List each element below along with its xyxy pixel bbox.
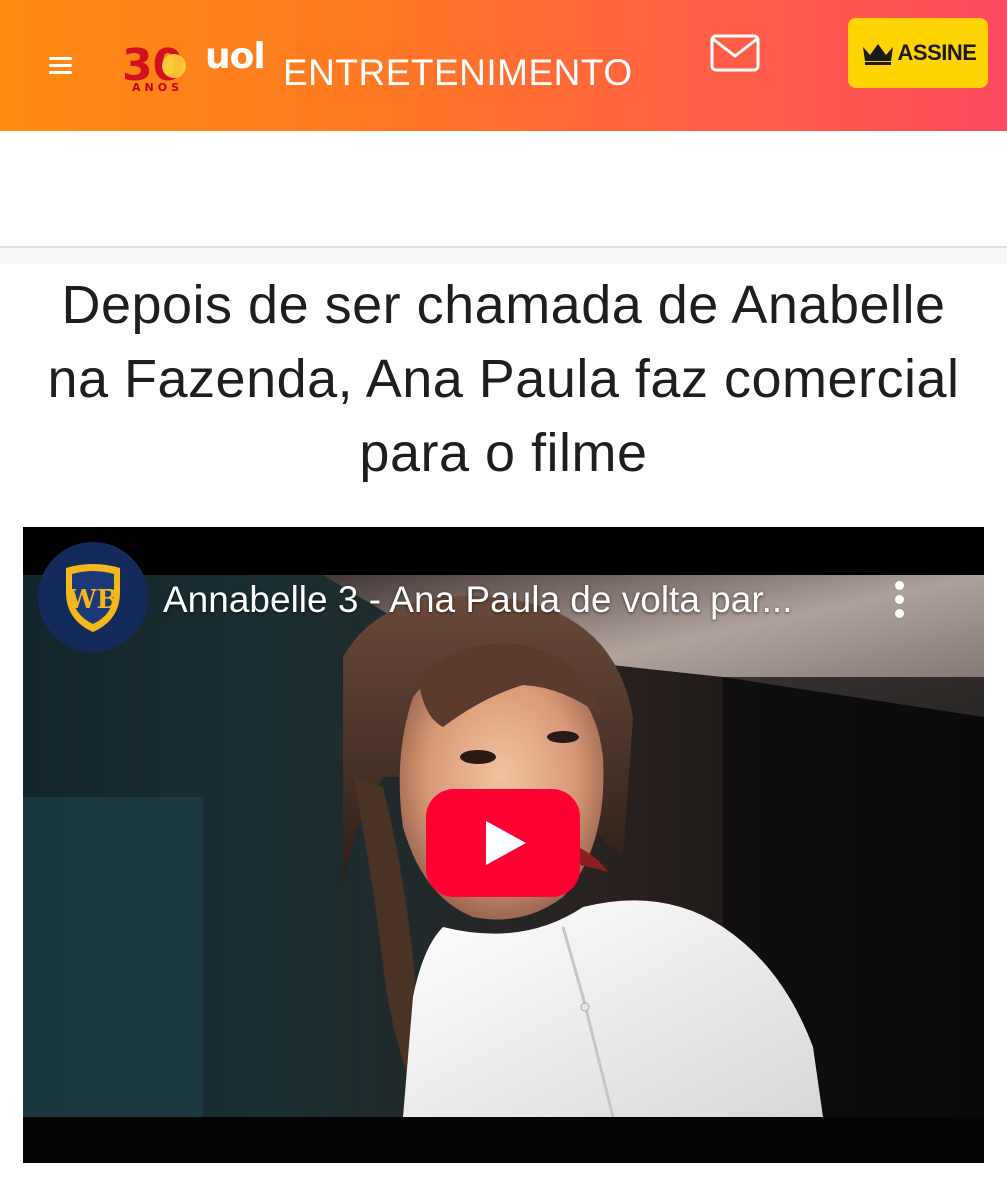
subscribe-label: ASSINE (897, 40, 977, 65)
video-title[interactable]: Annabelle 3 - Ana Paula de volta par... (163, 579, 792, 621)
video-bottom-bar (23, 1117, 984, 1163)
subscribe-button[interactable]: ASSINE (848, 18, 988, 88)
top-header: 30 ANOS uol ENTRETENIMENTO ASSINE (0, 0, 1007, 131)
more-vertical-icon[interactable] (885, 577, 915, 623)
ad-slot (0, 131, 1007, 246)
logo-uol: uol (205, 36, 266, 77)
section-title[interactable]: ENTRETENIMENTO (283, 52, 633, 94)
wb-shield-icon: WB (66, 564, 120, 632)
article-headline: Depois de ser chamada de Anabelle na Faz… (47, 275, 960, 483)
logo-anos: ANOS (132, 81, 183, 94)
content-band (0, 248, 1007, 264)
uol-30-anos-logo[interactable]: 30 ANOS uol (120, 36, 280, 100)
crown-icon (862, 44, 893, 65)
youtube-video-embed[interactable]: WB Annabelle 3 - Ana Paula de volta par.… (23, 527, 984, 1163)
hamburger-menu-icon[interactable] (44, 52, 78, 80)
svg-text:WB: WB (66, 585, 118, 615)
youtube-play-icon[interactable] (426, 789, 580, 897)
envelope-icon[interactable] (707, 30, 763, 78)
channel-avatar[interactable]: WB (38, 542, 148, 652)
